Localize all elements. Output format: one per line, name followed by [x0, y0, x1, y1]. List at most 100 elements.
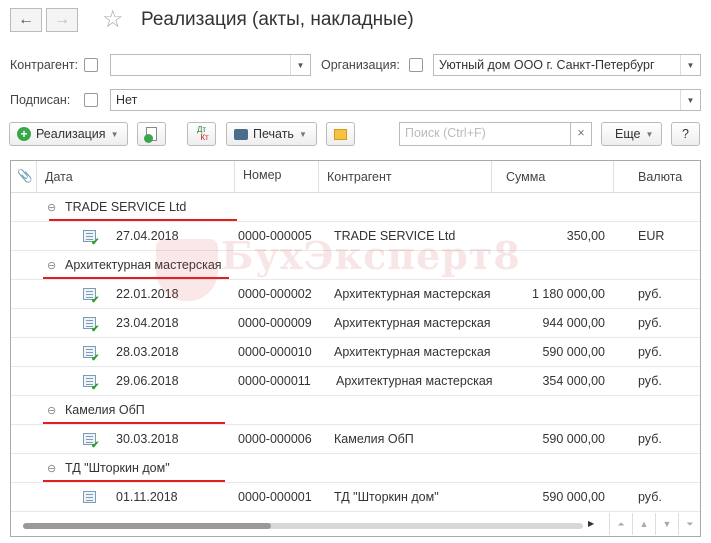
posted-check-icon: ✔	[91, 237, 100, 248]
document-icon	[83, 491, 96, 503]
column-label: Сумма	[506, 169, 546, 184]
signed-label: Подписан:	[10, 93, 71, 107]
table-row[interactable]: ✔ 29.06.2018 0000-000011 Архитектурная м…	[11, 367, 700, 396]
kt-label: Кт	[200, 133, 209, 142]
cell-sum: 1 180 000,00	[532, 287, 605, 301]
group-row[interactable]: ⊖ Камелия ОбП	[11, 396, 700, 425]
cell-number: 0000-000001	[238, 490, 312, 504]
posted-check-icon: ✔	[91, 295, 100, 306]
chevron-down-icon: ▼	[645, 129, 654, 139]
group-name: Камелия ОбП	[65, 403, 145, 417]
cell-currency: руб.	[638, 490, 662, 504]
cell-number: 0000-000006	[238, 432, 312, 446]
search-input[interactable]: Поиск (Ctrl+F)	[399, 122, 571, 146]
table-row[interactable]: ✔ 23.04.2018 0000-000009 Архитектурная м…	[11, 309, 700, 338]
cell-counterparty: Архитектурная мастерская	[336, 374, 493, 388]
cell-sum: 350,00	[566, 229, 605, 243]
scroll-right-icon[interactable]: ▶	[588, 519, 594, 528]
column-label: Номер	[243, 168, 282, 182]
cell-currency: руб.	[638, 374, 662, 388]
cell-currency: руб.	[638, 287, 662, 301]
dt-kt-button[interactable]: Дт Кт	[187, 122, 216, 146]
close-icon: ×	[577, 126, 585, 140]
horizontal-scrollbar-thumb[interactable]	[23, 523, 271, 529]
favorite-star-icon[interactable]: ☆	[102, 5, 124, 34]
group-row[interactable]: ⊖ ТД "Шторкин дом"	[11, 454, 700, 483]
counterparty-checkbox[interactable]	[84, 58, 98, 72]
cell-counterparty: Архитектурная мастерская	[334, 287, 491, 301]
dropdown-icon[interactable]: ▼	[680, 55, 700, 75]
watermark: БухЭксперт8	[221, 233, 521, 278]
posted-check-icon: ✔	[91, 382, 100, 393]
send-email-button[interactable]	[326, 122, 355, 146]
column-label: Валюта	[638, 169, 683, 184]
chevron-down-icon: ▼	[298, 129, 307, 139]
cell-number: 0000-000002	[238, 287, 312, 301]
collapse-icon[interactable]: ⊖	[47, 259, 56, 272]
collapse-icon[interactable]: ⊖	[47, 404, 56, 417]
clear-search-button[interactable]: ×	[570, 122, 592, 146]
scroll-bottom-button[interactable]: ⏷	[678, 513, 701, 535]
table-row[interactable]: ✔ 22.01.2018 0000-000002 Архитектурная м…	[11, 280, 700, 309]
posted-check-icon: ✔	[91, 324, 100, 335]
create-realization-button[interactable]: + Реализация ▼	[9, 122, 128, 146]
organization-label: Организация:	[321, 58, 400, 72]
collapse-icon[interactable]: ⊖	[47, 462, 56, 475]
more-label: Еще	[615, 127, 641, 141]
cell-counterparty: ТД "Шторкин дом"	[334, 490, 439, 504]
cell-sum: 590 000,00	[542, 345, 605, 359]
watermark-logo	[156, 239, 218, 301]
group-row[interactable]: ⊖ TRADE SERVICE Ltd	[11, 193, 700, 222]
cell-date: 28.03.2018	[116, 345, 179, 359]
cell-sum: 944 000,00	[542, 316, 605, 330]
dropdown-icon[interactable]: ▼	[290, 55, 310, 75]
table-row[interactable]: ✔ 28.03.2018 0000-000010 Архитектурная м…	[11, 338, 700, 367]
cell-currency: руб.	[638, 316, 662, 330]
table-row[interactable]: ✔ 30.03.2018 0000-000006 Камелия ОбП 590…	[11, 425, 700, 454]
cell-sum: 590 000,00	[542, 490, 605, 504]
more-button[interactable]: Еще ▼	[601, 122, 662, 146]
cell-number: 0000-000010	[238, 345, 312, 359]
scroll-up-button[interactable]: ▲	[632, 513, 655, 535]
signed-checkbox[interactable]	[84, 93, 98, 107]
cell-date: 23.04.2018	[116, 316, 179, 330]
back-button[interactable]: ←	[10, 8, 42, 32]
cell-counterparty: Камелия ОбП	[334, 432, 414, 446]
red-underline	[43, 480, 225, 482]
column-label: Контрагент	[327, 169, 392, 184]
cell-sum: 590 000,00	[542, 432, 605, 446]
dropdown-icon[interactable]: ▼	[680, 90, 700, 110]
signed-value: Нет	[116, 93, 138, 107]
column-header-number[interactable]: Номер	[234, 161, 318, 193]
organization-checkbox[interactable]	[409, 58, 423, 72]
posted-check-icon: ✔	[91, 440, 100, 451]
column-header-sum[interactable]: Сумма	[491, 161, 613, 193]
signed-field[interactable]: Нет ▼	[110, 89, 701, 111]
cell-sum: 354 000,00	[542, 374, 605, 388]
column-header-counterparty[interactable]: Контрагент	[318, 161, 491, 193]
create-based-on-button[interactable]	[137, 122, 166, 146]
organization-field[interactable]: Уютный дом ООО г. Санкт-Петербург ▼	[433, 54, 701, 76]
printer-icon	[234, 128, 248, 140]
column-header-date[interactable]: Дата	[36, 161, 234, 193]
counterparty-label: Контрагент:	[10, 58, 79, 72]
search-placeholder: Поиск (Ctrl+F)	[405, 126, 486, 140]
cell-number: 0000-000011	[238, 374, 311, 388]
collapse-icon[interactable]: ⊖	[47, 201, 56, 214]
table-row[interactable]: 01.11.2018 0000-000001 ТД "Шторкин дом" …	[11, 483, 700, 512]
scroll-top-button[interactable]: ⏶	[609, 513, 632, 535]
red-underline	[43, 422, 225, 424]
print-label: Печать	[253, 127, 294, 141]
counterparty-field[interactable]: ▼	[110, 54, 311, 76]
help-button[interactable]: ?	[671, 122, 700, 146]
red-underline	[49, 219, 237, 221]
arrow-right-icon: →	[54, 11, 70, 28]
column-header-currency[interactable]: Валюта	[613, 161, 700, 193]
scroll-down-button[interactable]: ▼	[655, 513, 678, 535]
print-button[interactable]: Печать ▼	[226, 122, 317, 146]
chevron-down-icon: ▼	[110, 129, 119, 139]
forward-button[interactable]: →	[46, 8, 78, 32]
cell-currency: руб.	[638, 345, 662, 359]
documents-table: 📎 Дата Номер Контрагент Сумма Валюта ⊖ TR…	[10, 160, 701, 537]
cell-currency: руб.	[638, 432, 662, 446]
